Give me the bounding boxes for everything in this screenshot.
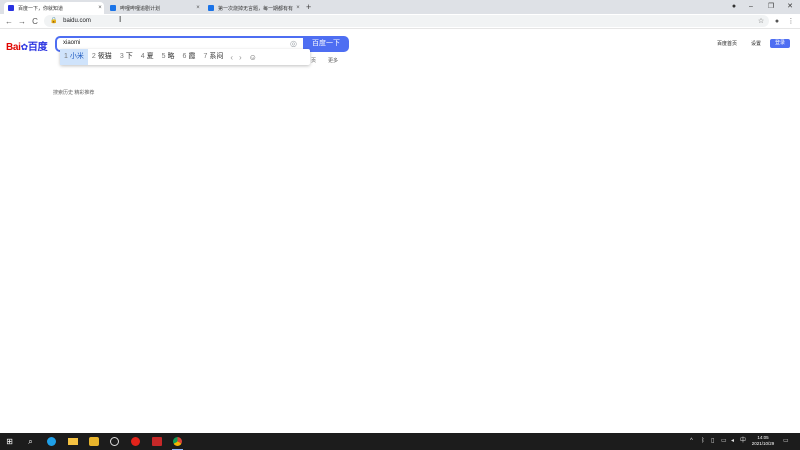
minimize-button[interactable]: – bbox=[741, 0, 761, 14]
battery-icon[interactable]: ▯ bbox=[711, 436, 714, 447]
windows-start-icon[interactable]: ⊞ bbox=[4, 436, 15, 447]
tab-title: 百度一下，你就知道 bbox=[18, 5, 64, 12]
tab-strip: 百度一下，你就知道 × 哔哩哔哩追剧计划 × 第一次烧掉无言题，每一期都有有 ×… bbox=[0, 0, 800, 14]
ime-candidate[interactable]: 2 筱猫 bbox=[88, 49, 116, 65]
bookmark-star-icon[interactable]: ☆ bbox=[756, 16, 766, 27]
ime-next-icon[interactable]: › bbox=[236, 53, 245, 62]
search-icon[interactable]: ⌕ bbox=[25, 436, 36, 447]
input-language-icon[interactable]: 中 bbox=[740, 436, 746, 447]
gear-icon[interactable] bbox=[109, 436, 120, 447]
baidu-favicon-icon bbox=[8, 5, 14, 11]
tab-video[interactable]: 第一次烧掉无言题，每一期都有有 × bbox=[204, 2, 302, 14]
baidu-logo[interactable]: Bai✿百度 bbox=[6, 38, 48, 53]
notification-icon[interactable]: ▭ bbox=[783, 436, 789, 447]
ime-candidate[interactable]: 5略 bbox=[158, 49, 179, 65]
ime-candidate[interactable]: 4夏 bbox=[137, 49, 158, 65]
app-yellow-icon[interactable] bbox=[88, 436, 99, 447]
tab-title: 第一次烧掉无言题，每一期都有有 bbox=[218, 5, 294, 12]
subnav-more[interactable]: 更多 bbox=[328, 57, 338, 64]
tv-favicon-icon bbox=[208, 5, 214, 11]
ime-prev-icon[interactable]: ‹ bbox=[227, 53, 236, 62]
tab-baidu[interactable]: 百度一下，你就知道 × bbox=[4, 2, 104, 14]
ime-candidate[interactable]: 6霞 bbox=[179, 49, 200, 65]
reload-button[interactable]: C bbox=[29, 16, 41, 27]
app-red-icon[interactable] bbox=[151, 436, 162, 447]
chrome-icon[interactable] bbox=[172, 436, 183, 450]
login-button[interactable]: 登录 bbox=[770, 39, 790, 48]
tv-favicon-icon bbox=[110, 5, 116, 11]
baidu-home-link[interactable]: 百度首页 bbox=[717, 40, 737, 47]
ime-candidate[interactable]: 1 小米 bbox=[60, 49, 88, 65]
close-tab-icon[interactable]: × bbox=[96, 5, 104, 11]
new-tab-button[interactable]: + bbox=[306, 1, 311, 13]
ime-candidate[interactable]: 3下 bbox=[116, 49, 137, 65]
clock-date: 2021/10/29 bbox=[751, 441, 775, 446]
ime-candidate-bar: 1 小米 2 筱猫 3下 4夏 5略 6霞 7 系闷 ‹ › ☺ bbox=[60, 49, 310, 65]
camera-icon[interactable]: ◎ bbox=[290, 39, 297, 48]
search-query: xiaomi bbox=[63, 40, 81, 46]
back-button[interactable]: ← bbox=[3, 16, 15, 27]
tray-chevron-icon[interactable]: ^ bbox=[690, 436, 693, 447]
forward-button[interactable]: → bbox=[16, 16, 28, 27]
text-cursor-icon: I bbox=[119, 15, 122, 24]
url-text: baidu.com bbox=[63, 18, 91, 24]
close-tab-icon[interactable]: × bbox=[194, 5, 202, 11]
close-tab-icon[interactable]: × bbox=[294, 5, 302, 11]
browser-menu-icon[interactable]: ⋮ bbox=[786, 16, 796, 27]
file-explorer-icon[interactable] bbox=[67, 436, 78, 447]
edge-icon[interactable] bbox=[46, 436, 57, 447]
network-icon[interactable]: ▭ bbox=[721, 436, 727, 447]
extension-icon[interactable]: ● bbox=[772, 16, 782, 27]
settings-link[interactable]: 设置 bbox=[751, 40, 761, 47]
restore-button[interactable]: ❐ bbox=[761, 0, 781, 14]
lock-icon[interactable]: 🔒 bbox=[50, 18, 57, 24]
clock[interactable]: 14:05 2021/10/29 bbox=[748, 435, 778, 447]
bluetooth-icon[interactable]: ᛒ bbox=[701, 436, 705, 447]
volume-icon[interactable]: ◂ bbox=[731, 436, 734, 447]
close-window-button[interactable]: ✕ bbox=[780, 0, 800, 14]
ime-candidate[interactable]: 7 系闷 bbox=[199, 49, 227, 65]
emoji-icon[interactable]: ☺ bbox=[245, 53, 261, 62]
paw-icon: ✿ bbox=[20, 42, 29, 52]
search-history-link[interactable]: 搜索历史 精彩推荐 bbox=[53, 89, 94, 96]
netease-music-icon[interactable] bbox=[130, 436, 141, 447]
windows-taskbar: ⊞ ⌕ ^ ᛒ ▯ ▭ ◂ 中 14:05 2021/10/29 ▭ bbox=[0, 433, 800, 450]
address-bar[interactable]: 🔒 baidu.com bbox=[44, 15, 769, 27]
tab-title: 哔哩哔哩追剧计划 bbox=[120, 5, 161, 12]
subnav-item[interactable]: 页 bbox=[311, 57, 316, 64]
tab-bilibili[interactable]: 哔哩哔哩追剧计划 × bbox=[106, 2, 202, 14]
